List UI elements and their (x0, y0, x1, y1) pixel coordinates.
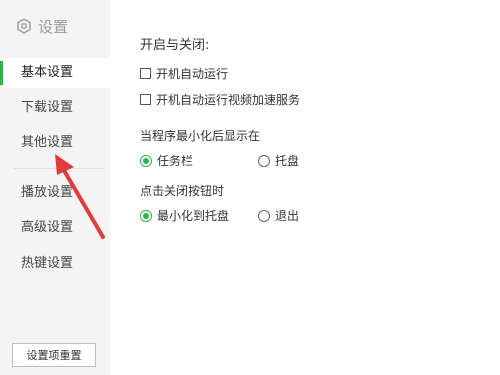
sidebar-item-basic[interactable]: 基本设置 (0, 58, 110, 88)
auto-start-accel-label: 开机自动运行视频加速服务 (156, 93, 301, 107)
startup-section-title: 开启与关闭: (140, 38, 210, 53)
sidebar-item-advanced[interactable]: 高级设置 (0, 213, 110, 243)
settings-sidebar: 设置 基本设置 下载设置 其他设置 播放设置 高级设置 热键设置 设置项重置 (0, 0, 110, 375)
auto-start-checkbox[interactable]: 开机自动运行 (140, 65, 228, 82)
sidebar-item-download[interactable]: 下载设置 (0, 93, 110, 123)
exit-label: 退出 (275, 209, 300, 223)
close-section-title: 点击关闭按钮时 (140, 184, 225, 198)
minimize-tray-radio[interactable]: 托盘 (258, 152, 299, 169)
sidebar-item-other[interactable]: 其他设置 (0, 128, 110, 158)
close-minimize-radio[interactable]: 最小化到托盘 (140, 207, 229, 224)
radio-button[interactable] (258, 209, 270, 222)
radio-button-selected[interactable] (140, 209, 152, 222)
minimize-section-title: 当程序最小化后显示在 (140, 129, 261, 143)
auto-start-accel-checkbox[interactable]: 开机自动运行视频加速服务 (140, 91, 300, 108)
sidebar-item-hotkeys[interactable]: 热键设置 (0, 249, 110, 279)
radio-button-selected[interactable] (140, 154, 152, 167)
minimize-taskbar-radio[interactable]: 任务栏 (140, 152, 193, 169)
sidebar-title: 设置 (38, 17, 69, 36)
checkbox-box[interactable] (140, 68, 151, 79)
sidebar-divider (14, 168, 104, 169)
tray-label: 托盘 (275, 154, 300, 168)
sidebar-item-playback[interactable]: 播放设置 (0, 178, 110, 208)
close-exit-radio[interactable]: 退出 (258, 207, 299, 224)
settings-icon (16, 18, 32, 34)
reset-settings-button[interactable]: 设置项重置 (12, 343, 96, 367)
minimize-to-tray-label: 最小化到托盘 (157, 209, 230, 223)
settings-panel: 开启与关闭: 开机自动运行 开机自动运行视频加速服务 当程序最小化后显示在 任务… (110, 0, 500, 375)
auto-start-label: 开机自动运行 (156, 67, 229, 81)
checkbox-box[interactable] (140, 94, 151, 105)
taskbar-label: 任务栏 (157, 154, 194, 168)
radio-button[interactable] (258, 154, 270, 167)
sidebar-header: 设置 (16, 16, 68, 36)
